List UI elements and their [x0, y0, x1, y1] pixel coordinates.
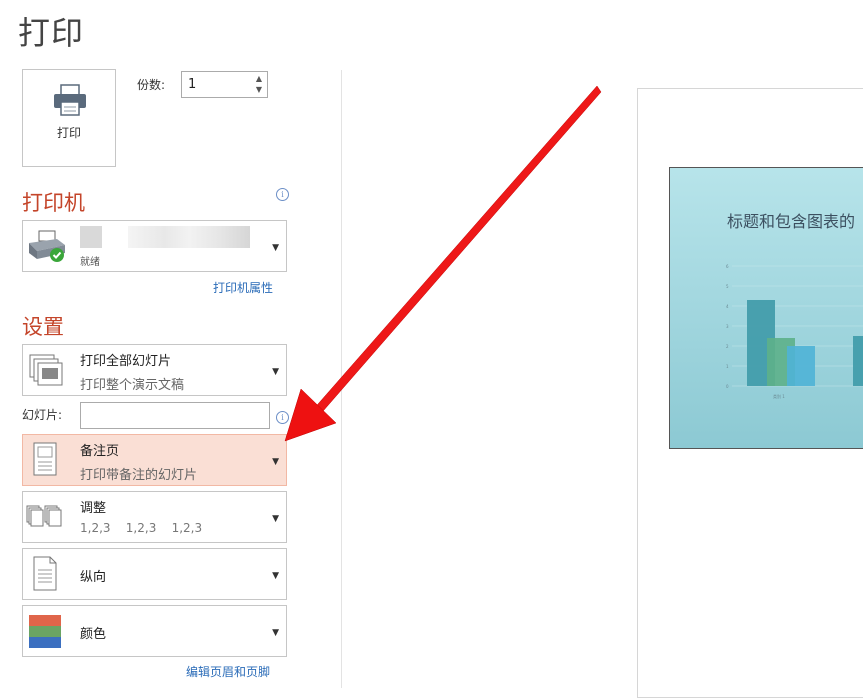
annotation-arrow: [284, 85, 602, 442]
